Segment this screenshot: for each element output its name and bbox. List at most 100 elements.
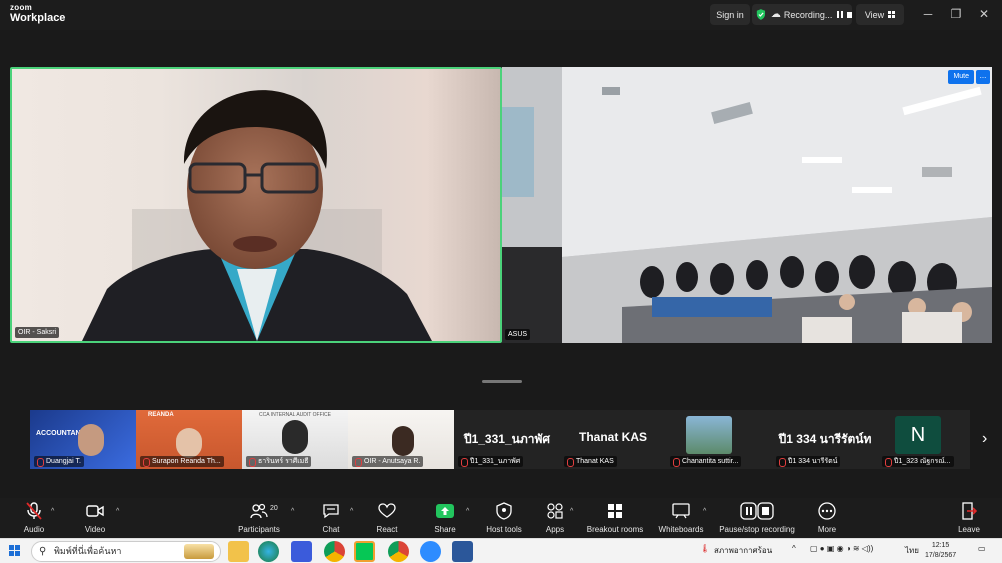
participants-count: 20 — [270, 505, 278, 512]
audio-button[interactable]: Audio — [14, 500, 54, 534]
gallery-thumb[interactable]: Thanat KAS Thanat KAS — [560, 410, 666, 469]
zoom-icon[interactable] — [420, 541, 441, 562]
share-label: Share — [434, 525, 456, 534]
pause-stop-recording-button[interactable]: Pause/stop recording — [718, 500, 796, 534]
mute-participant-button[interactable]: Mute — [948, 70, 974, 84]
video-tile-active-speaker[interactable]: OIR - Saksri — [10, 67, 502, 343]
gallery-thumb[interactable]: ปี1_331_นภาพัศ ปี1_331_นภาพัศ — [454, 410, 560, 469]
chevron-up-icon[interactable]: ^ — [291, 508, 294, 515]
chrome-icon[interactable] — [324, 541, 345, 562]
apps-button[interactable]: Apps — [540, 500, 570, 534]
brand-workplace: Workplace — [10, 12, 66, 24]
chrome-profile-icon[interactable] — [388, 541, 409, 562]
close-icon[interactable]: ✕ — [976, 6, 992, 22]
clock-date: 17/8/2567 — [925, 552, 957, 559]
chevron-up-icon[interactable]: ^ — [466, 508, 469, 515]
taskbar-search-input[interactable]: ⚲ พิมพ์ที่นี่เพื่อค้นหา — [31, 541, 221, 562]
thermometer-icon: 🌡 — [700, 544, 711, 553]
weather-text[interactable]: สภาพอากาศร้อน — [714, 544, 772, 557]
minimize-icon[interactable]: ─ — [920, 6, 936, 22]
recording-indicator[interactable]: ☁ Recording... — [752, 4, 852, 25]
app-icon[interactable] — [291, 541, 312, 562]
whiteboard-icon — [672, 503, 690, 519]
gallery-thumb[interactable]: Chanantita suttir... — [666, 410, 772, 469]
meeting-toolbar: Audio ^ Video ^ Participants 20 ^ Chat ^… — [0, 498, 1002, 538]
gallery-thumb[interactable]: CCA INTERNAL AUDIT OFFICE ธารินทร์ ราศีเ… — [242, 410, 348, 469]
cloud-icon: ☁ — [770, 9, 781, 20]
participants-icon — [250, 503, 268, 519]
audio-label: Audio — [23, 525, 45, 534]
word-icon[interactable] — [452, 541, 473, 562]
chat-button[interactable]: Chat — [316, 500, 346, 534]
gallery-thumb[interactable]: OIR - Anutsaya R. — [348, 410, 454, 469]
pause-stop-label: Pause/stop recording — [719, 525, 795, 534]
more-options-button[interactable]: ... — [976, 70, 990, 84]
more-label: More — [817, 525, 837, 534]
host-tools-button[interactable]: Host tools — [484, 500, 524, 534]
thumb-name: ธารินทร์ ราศีเมธี — [246, 456, 312, 467]
line-icon[interactable] — [354, 541, 375, 562]
tray-icons[interactable]: ▢ ● ▣ ◉ ◑ ≋ ◁)) — [810, 544, 873, 553]
pause-stop-icon — [740, 502, 774, 520]
grid-icon — [888, 11, 896, 18]
share-screen-icon — [436, 504, 454, 518]
video-label: Video — [84, 525, 106, 534]
thumb-name: OIR - Anutsaya R. — [352, 456, 424, 467]
participant-avatar — [282, 420, 308, 454]
react-label: React — [376, 525, 398, 534]
windows-start-icon[interactable] — [9, 545, 21, 557]
file-explorer-icon[interactable] — [228, 541, 249, 562]
participant-name-badge: OIR - Saksri — [15, 327, 60, 338]
edge-icon[interactable] — [258, 541, 279, 562]
pause-icon[interactable] — [837, 11, 844, 18]
more-button[interactable]: More — [812, 500, 842, 534]
chevron-up-icon[interactable]: ^ — [350, 508, 353, 515]
gallery-thumb[interactable]: ACCOUNTANCY Duangjai T. — [30, 410, 136, 469]
participant-avatar — [686, 416, 732, 454]
search-highlight-image — [184, 544, 214, 559]
clock-time: 12:15 — [931, 542, 950, 549]
gallery-thumb[interactable]: N ปี1_323 ณัฐกรณ์... — [878, 410, 970, 469]
chevron-up-icon[interactable]: ^ — [792, 544, 796, 553]
restore-icon[interactable]: ❐ — [948, 6, 964, 22]
brand-zoom: zoom — [10, 3, 33, 12]
chat-label: Chat — [322, 525, 340, 534]
thumb-display-name: Thanat KAS — [578, 430, 647, 444]
participants-label: Participants — [238, 525, 280, 534]
heart-icon — [378, 503, 396, 518]
stop-icon[interactable] — [847, 11, 852, 18]
chevron-up-icon[interactable]: ^ — [51, 508, 54, 515]
react-button[interactable]: React — [372, 500, 402, 534]
video-button[interactable]: Video — [75, 500, 115, 534]
breakout-rooms-icon — [608, 504, 622, 518]
title-bar: zoom Workplace Sign in ☁ Recording... Vi… — [0, 0, 1002, 30]
more-icon — [818, 502, 836, 520]
shield-check-icon — [756, 9, 766, 20]
chevron-up-icon[interactable]: ^ — [116, 508, 119, 515]
share-button[interactable]: Share — [430, 500, 460, 534]
chevron-right-icon[interactable]: › — [982, 430, 987, 448]
mic-muted-icon — [26, 502, 42, 520]
system-clock[interactable]: 12:15 17/8/2567 — [925, 541, 956, 561]
thumb-heading: CCA INTERNAL AUDIT OFFICE — [259, 412, 331, 418]
view-label: View — [864, 9, 885, 20]
thumb-name: Thanat KAS — [564, 456, 617, 467]
search-placeholder: พิมพ์ที่นี่เพื่อค้นหา — [54, 546, 122, 556]
resize-handle[interactable] — [482, 380, 522, 383]
notification-icon[interactable]: ▭ — [978, 544, 986, 553]
leave-button[interactable]: Leave — [954, 500, 984, 534]
language-indicator[interactable]: ไทย — [905, 544, 919, 557]
host-tools-label: Host tools — [486, 525, 522, 534]
chevron-up-icon[interactable]: ^ — [570, 508, 573, 515]
gallery-thumb[interactable]: REANDA Surapon Reanda Th... — [136, 410, 242, 469]
apps-icon — [547, 503, 563, 519]
breakout-rooms-button[interactable]: Breakout rooms — [586, 500, 644, 534]
chevron-up-icon[interactable]: ^ — [703, 508, 706, 515]
thumb-name: ปี1 334 นารีรัตน์ — [776, 456, 841, 467]
view-button[interactable]: View — [856, 4, 904, 25]
sign-in-button[interactable]: Sign in — [710, 4, 750, 25]
video-tile-classroom[interactable]: Mute ... ASUS — [502, 67, 992, 343]
gallery-thumb[interactable]: ปี1 334 นารีรัตน์ท ปี1 334 นารีรัตน์ — [772, 410, 878, 469]
whiteboards-button[interactable]: Whiteboards — [656, 500, 706, 534]
leave-icon — [962, 502, 977, 520]
